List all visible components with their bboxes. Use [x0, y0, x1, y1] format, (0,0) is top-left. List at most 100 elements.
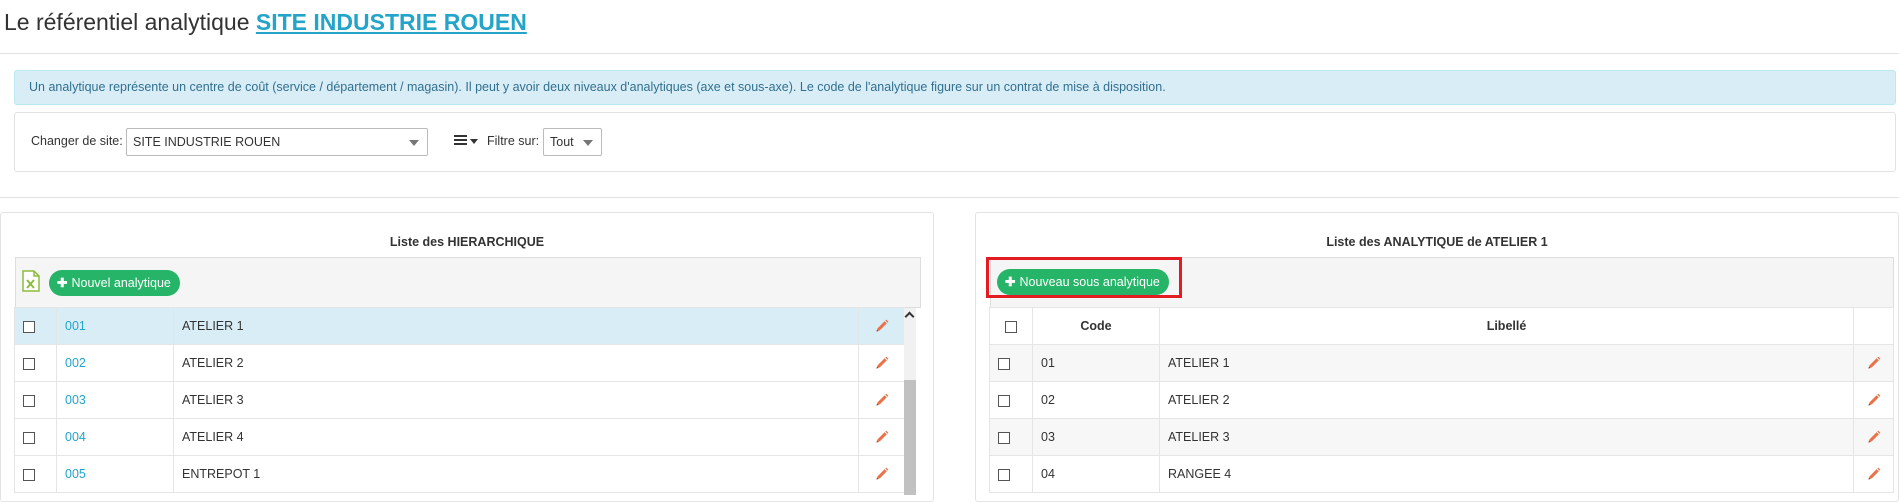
pencil-icon[interactable] [875, 356, 889, 370]
row-label: ATELIER 1 [1159, 344, 1854, 382]
row-code[interactable]: 001 [65, 319, 86, 333]
row-code-cell: 001 [56, 307, 174, 345]
table-header-row: Code Libellé [989, 307, 1894, 345]
row-code-cell: 03 [1032, 418, 1160, 456]
row-checkbox[interactable] [23, 320, 35, 333]
row-code[interactable]: 002 [65, 356, 86, 370]
row-checkbox[interactable] [998, 468, 1010, 481]
table-row[interactable]: 001 ATELIER 1 [14, 307, 905, 345]
row-code: 04 [1041, 467, 1055, 481]
new-analytique-button[interactable]: ✚ Nouvel analytique [49, 270, 180, 296]
row-edit-cell [1853, 455, 1894, 493]
table-row[interactable]: 03 ATELIER 3 [989, 418, 1894, 456]
hierarchy-panel-title: Liste des HIERARCHIQUE [389, 235, 545, 249]
row-edit-cell [1853, 344, 1894, 382]
row-checkbox-cell [14, 307, 57, 345]
row-label: RANGEE 4 [1159, 455, 1854, 493]
pencil-icon[interactable] [875, 393, 889, 407]
row-code: 02 [1041, 393, 1055, 407]
chevron-down-icon [409, 140, 419, 146]
hierarchy-toolbar: ✚ Nouvel analytique [15, 257, 921, 308]
row-checkbox[interactable] [998, 431, 1010, 444]
pencil-icon[interactable] [1867, 430, 1881, 444]
row-code: 01 [1041, 356, 1055, 370]
pencil-icon[interactable] [1867, 467, 1881, 481]
row-edit-cell [858, 344, 905, 382]
row-code[interactable]: 005 [65, 467, 86, 481]
row-checkbox-cell [14, 381, 57, 419]
chevron-down-icon [583, 140, 593, 146]
info-alert: Un analytique représente un centre de co… [14, 70, 1896, 105]
pencil-icon[interactable] [875, 467, 889, 481]
row-code[interactable]: 003 [65, 393, 86, 407]
site-select-value: SITE INDUSTRIE ROUEN [133, 135, 281, 149]
row-checkbox-cell [14, 418, 57, 456]
row-code-cell: 002 [56, 344, 174, 382]
row-edit-cell [858, 418, 905, 456]
filter-select-value: Tout [550, 135, 574, 149]
column-header-actions [1853, 307, 1894, 345]
site-select-label: Changer de site: [31, 134, 123, 148]
section-divider [0, 197, 1899, 198]
row-checkbox[interactable] [998, 394, 1010, 407]
row-checkbox-cell [989, 455, 1033, 493]
hierarchy-scrollbar-thumb[interactable] [904, 380, 916, 495]
row-checkbox-cell [989, 344, 1033, 382]
row-code-cell: 02 [1032, 381, 1160, 419]
row-checkbox-cell [14, 344, 57, 382]
row-checkbox-cell [14, 455, 57, 493]
table-row[interactable]: 04 RANGEE 4 [989, 455, 1894, 493]
filter-select-label: Filtre sur: [487, 134, 540, 148]
analytique-table: Code Libellé 01 ATELIER 1 02 ATELIER 2 03 ATE… [989, 307, 1894, 493]
row-code[interactable]: 004 [65, 430, 86, 444]
row-checkbox[interactable] [998, 357, 1010, 370]
table-row[interactable]: 002 ATELIER 2 [14, 344, 905, 382]
excel-icon[interactable] [22, 270, 40, 292]
select-all-checkbox[interactable] [1005, 320, 1017, 333]
row-code-cell: 005 [56, 455, 174, 493]
row-checkbox[interactable] [23, 468, 35, 481]
plus-icon: ✚ [57, 276, 68, 290]
row-edit-cell [858, 307, 905, 345]
row-checkbox[interactable] [23, 394, 35, 407]
site-select[interactable]: SITE INDUSTRIE ROUEN [126, 128, 428, 156]
caret-down-icon [470, 139, 478, 144]
row-label: ATELIER 2 [173, 344, 859, 382]
menu-dropdown-button[interactable] [445, 126, 483, 156]
hierarchy-table: 001 ATELIER 1 002 ATELIER 2 003 ATELIER 3 004 A… [14, 307, 905, 493]
highlight-box [986, 257, 1182, 298]
row-checkbox[interactable] [23, 357, 35, 370]
pencil-icon[interactable] [875, 430, 889, 444]
table-row[interactable]: 003 ATELIER 3 [14, 381, 905, 419]
row-edit-cell [858, 381, 905, 419]
row-edit-cell [858, 455, 905, 493]
column-header-code[interactable]: Code [1032, 307, 1160, 345]
row-checkbox-cell [989, 418, 1033, 456]
pencil-icon[interactable] [1867, 393, 1881, 407]
row-checkbox[interactable] [23, 431, 35, 444]
table-row[interactable]: 004 ATELIER 4 [14, 418, 905, 456]
filter-select[interactable]: Tout [543, 128, 602, 156]
table-row[interactable]: 005 ENTREPOT 1 [14, 455, 905, 493]
table-row[interactable]: 01 ATELIER 1 [989, 344, 1894, 382]
header-divider [0, 53, 1899, 54]
pencil-icon[interactable] [875, 319, 889, 333]
pencil-icon[interactable] [1867, 356, 1881, 370]
new-analytique-button-label: Nouvel analytique [71, 276, 171, 290]
row-code-cell: 004 [56, 418, 174, 456]
table-row[interactable]: 02 ATELIER 2 [989, 381, 1894, 419]
row-edit-cell [1853, 381, 1894, 419]
row-checkbox-cell [989, 381, 1033, 419]
row-code-cell: 003 [56, 381, 174, 419]
row-edit-cell [1853, 418, 1894, 456]
site-name-link[interactable]: SITE INDUSTRIE ROUEN [256, 9, 527, 35]
filter-panel: Changer de site: SITE INDUSTRIE ROUEN Fi… [14, 112, 1896, 172]
page-title: Le référentiel analytique SITE INDUSTRIE… [4, 9, 527, 36]
row-label: ATELIER 4 [173, 418, 859, 456]
select-all-cell [989, 307, 1033, 345]
column-header-label[interactable]: Libellé [1159, 307, 1854, 345]
row-label: ATELIER 1 [173, 307, 859, 345]
analytique-panel-title: Liste des ANALYTIQUE de ATELIER 1 [1326, 235, 1548, 249]
row-code: 03 [1041, 430, 1055, 444]
row-code-cell: 01 [1032, 344, 1160, 382]
